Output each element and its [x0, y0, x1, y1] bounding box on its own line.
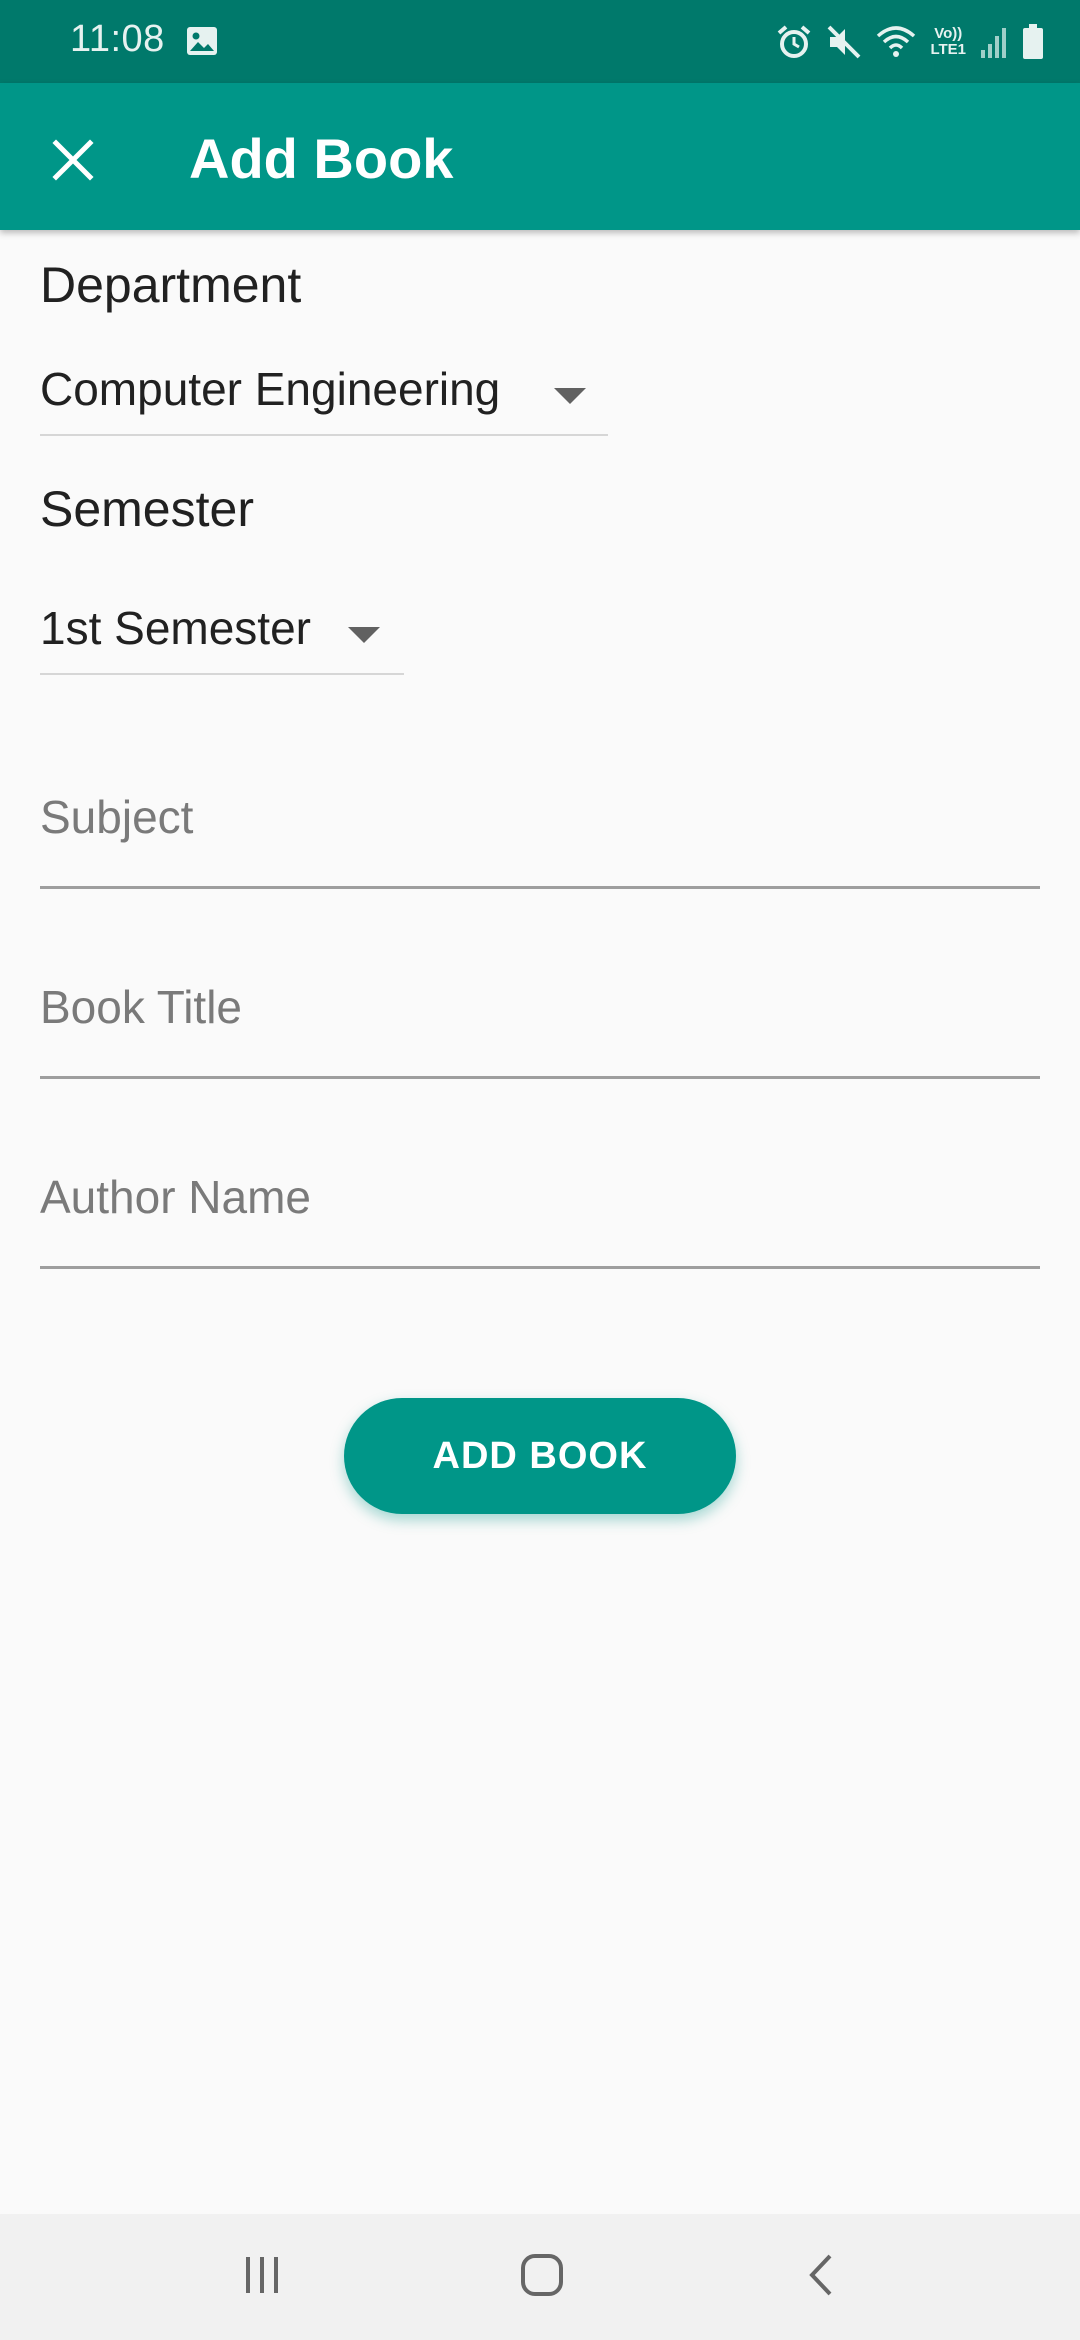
semester-label: Semester [40, 481, 254, 537]
close-icon [52, 138, 94, 186]
add-book-button-label: ADD BOOK [432, 1434, 648, 1477]
volte-icon: Vo)) LTE1 [930, 26, 966, 58]
back-icon [802, 2252, 842, 2303]
home-icon [519, 2252, 565, 2303]
dropdown-arrow-icon [348, 627, 380, 643]
gallery-icon [186, 26, 218, 56]
volte-line2: LTE1 [930, 41, 966, 58]
department-label: Department [40, 257, 302, 313]
author-name-field[interactable] [40, 1142, 1040, 1269]
wifi-icon [876, 24, 916, 60]
page-title: Add Book [189, 127, 454, 190]
department-dropdown[interactable]: Computer Engineering [40, 362, 608, 436]
signal-icon [980, 26, 1008, 58]
semester-value: 1st Semester [40, 602, 311, 654]
dropdown-arrow-icon [554, 388, 586, 404]
volte-line1: Vo)) [934, 25, 963, 42]
status-icons: Vo)) LTE1 [776, 18, 1044, 66]
battery-icon [1022, 24, 1044, 60]
alarm-icon [776, 24, 812, 60]
add-book-button[interactable]: ADD BOOK [344, 1398, 736, 1514]
status-time: 11:08 [70, 18, 165, 60]
subject-input[interactable] [40, 790, 1040, 844]
app-bar: Add Book [0, 83, 1080, 230]
author-name-input[interactable] [40, 1170, 1040, 1224]
status-bar: 11:08 Vo)) LTE1 [0, 0, 1080, 83]
book-title-input[interactable] [40, 980, 1040, 1034]
department-value: Computer Engineering [40, 363, 501, 415]
mute-icon [826, 24, 862, 60]
back-button[interactable] [782, 2244, 862, 2310]
recent-apps-icon [240, 2253, 284, 2302]
close-button[interactable] [30, 119, 116, 205]
subject-field[interactable] [40, 762, 1040, 889]
book-title-field[interactable] [40, 952, 1040, 1079]
semester-dropdown[interactable]: 1st Semester [40, 601, 404, 675]
navigation-bar [0, 2214, 1080, 2340]
home-button[interactable] [502, 2244, 582, 2310]
recent-apps-button[interactable] [222, 2244, 302, 2310]
